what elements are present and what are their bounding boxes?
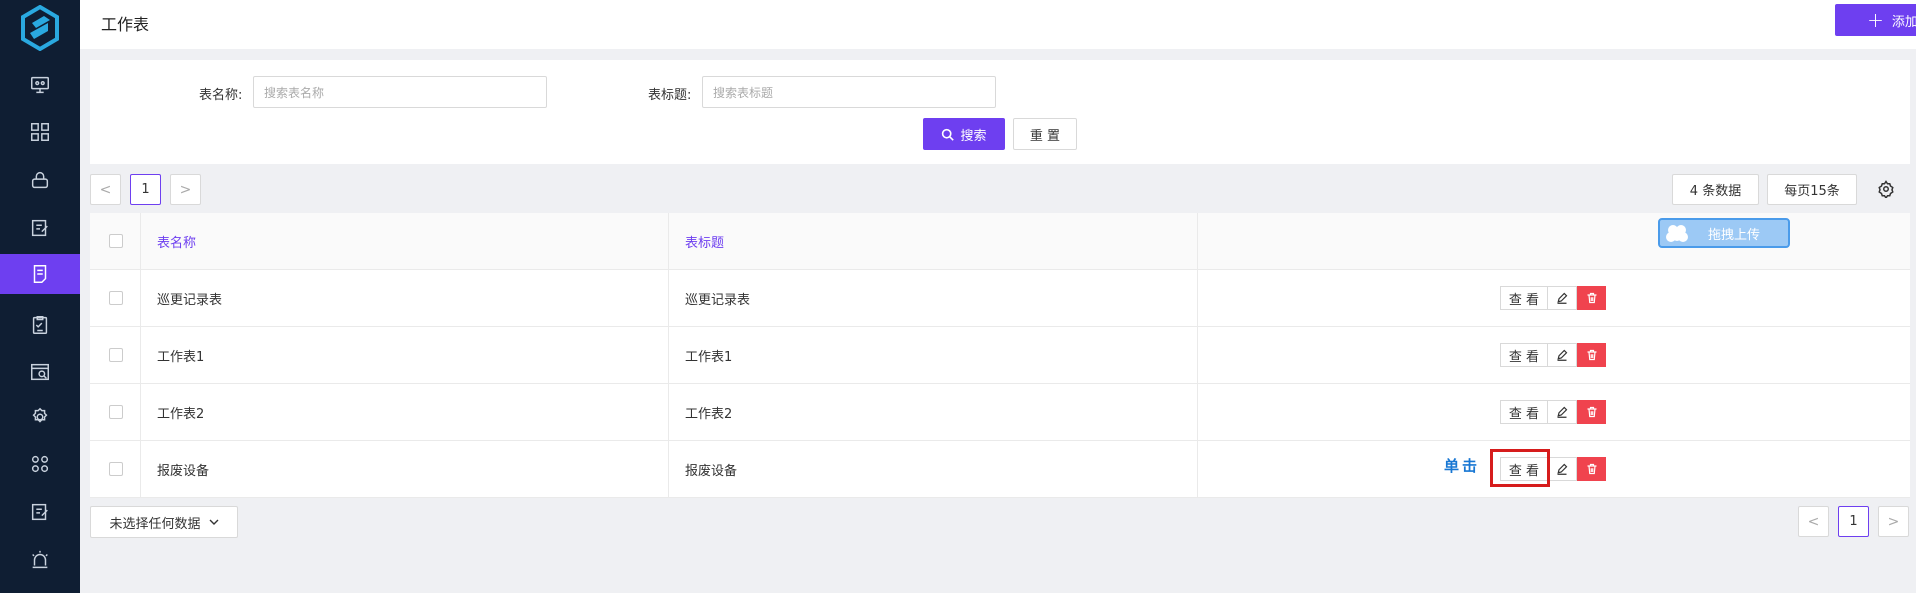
cloud-icon xyxy=(1662,220,1692,246)
click-hint-text: 单击 xyxy=(1444,457,1481,475)
page-title: 工作表 xyxy=(101,15,150,34)
view-button[interactable]: 查 看 xyxy=(1500,400,1548,424)
sidebar-item-settings[interactable] xyxy=(0,397,80,437)
trash-icon xyxy=(1587,292,1596,304)
note-icon xyxy=(33,265,47,283)
table-title-input[interactable]: 搜索表标题 xyxy=(702,76,996,108)
sidebar-item-apps[interactable] xyxy=(0,444,80,484)
trash-icon xyxy=(1587,406,1596,418)
sidebar-item-note[interactable] xyxy=(0,254,80,294)
row-title: 工作表2 xyxy=(685,406,733,422)
sidebar-item-edit[interactable] xyxy=(0,208,80,248)
top-header: 工作表 + 添加工作表 xyxy=(80,0,1916,49)
table-title-placeholder: 搜索表标题 xyxy=(713,85,774,100)
delete-button[interactable] xyxy=(1577,400,1606,424)
sidebar-item-lock[interactable] xyxy=(0,160,80,200)
page-1-button[interactable]: 1 xyxy=(130,174,161,205)
drag-upload-badge[interactable]: 拖拽上传 xyxy=(1658,218,1790,248)
alarm-light-icon xyxy=(32,550,48,569)
row-checkbox[interactable] xyxy=(109,291,123,305)
sidebar-item-grid[interactable] xyxy=(0,112,80,152)
sidebar-item-monitor[interactable] xyxy=(0,65,80,105)
table-title-label: 表标题: xyxy=(648,88,692,103)
settings-icon xyxy=(32,407,48,423)
table-header-row: 表名称 表标题 xyxy=(90,213,1910,270)
delete-button[interactable] xyxy=(1577,286,1606,310)
page-1-button-bottom[interactable]: 1 xyxy=(1838,506,1869,537)
table-row: 巡更记录表 巡更记录表 查 看 xyxy=(90,270,1910,327)
sidebar-item-edit-2[interactable] xyxy=(0,492,80,532)
prev-page-button-bottom[interactable]: < xyxy=(1798,506,1829,537)
column-header-title[interactable]: 表标题 xyxy=(685,213,724,269)
edit-button[interactable] xyxy=(1548,400,1577,424)
row-checkbox[interactable] xyxy=(109,348,123,362)
row-name: 报废设备 xyxy=(157,463,210,479)
clipboard-check-icon xyxy=(32,316,48,334)
pencil-icon xyxy=(1557,349,1568,361)
prev-page-button[interactable]: < xyxy=(90,174,121,205)
pencil-icon xyxy=(1557,463,1568,475)
row-title: 工作表1 xyxy=(685,349,733,365)
table-name-placeholder: 搜索表名称 xyxy=(264,85,325,100)
table-row: 报废设备 报废设备 查 看 xyxy=(90,441,1910,498)
highlight-box xyxy=(1490,449,1550,487)
edit-doc-icon-2 xyxy=(31,503,48,521)
trash-icon xyxy=(1587,463,1596,475)
row-title: 报废设备 xyxy=(685,463,738,479)
drag-upload-label: 拖拽上传 xyxy=(1708,227,1761,243)
search-button-label: 搜索 xyxy=(960,128,987,144)
page-size-select[interactable]: 每页15条 xyxy=(1767,174,1857,205)
delete-button[interactable] xyxy=(1577,457,1606,481)
chevron-down-icon xyxy=(209,519,218,525)
table-row: 工作表2 工作表2 查 看 xyxy=(90,384,1910,441)
view-button[interactable]: 查 看 xyxy=(1500,343,1548,367)
gear-icon[interactable] xyxy=(1877,180,1895,198)
column-header-name[interactable]: 表名称 xyxy=(157,213,196,269)
edit-button[interactable] xyxy=(1548,343,1577,367)
table-name-input[interactable]: 搜索表名称 xyxy=(253,76,547,108)
app-logo[interactable] xyxy=(20,5,60,51)
pencil-icon xyxy=(1557,292,1568,304)
window-search-icon xyxy=(31,363,49,381)
search-button[interactable]: 搜索 xyxy=(923,118,1005,150)
grid-icon xyxy=(31,123,49,141)
next-page-button-bottom[interactable]: > xyxy=(1878,506,1909,537)
sidebar-item-clipboard[interactable] xyxy=(0,305,80,345)
edit-button[interactable] xyxy=(1548,457,1577,481)
select-all-checkbox[interactable] xyxy=(109,234,123,248)
pencil-icon xyxy=(1557,406,1568,418)
table-name-label: 表名称: xyxy=(199,88,243,103)
row-name: 工作表1 xyxy=(157,349,205,365)
row-name: 巡更记录表 xyxy=(157,292,223,308)
plus-icon: + xyxy=(1867,8,1884,32)
apps-icon xyxy=(31,455,49,473)
row-checkbox[interactable] xyxy=(109,405,123,419)
row-checkbox[interactable] xyxy=(109,462,123,476)
selection-dropdown[interactable]: 未选择任何数据 xyxy=(90,506,238,538)
sidebar-item-alarm[interactable] xyxy=(0,540,80,580)
view-button[interactable]: 查 看 xyxy=(1500,286,1548,310)
edit-doc-icon xyxy=(31,219,48,237)
delete-button[interactable] xyxy=(1577,343,1606,367)
edit-button[interactable] xyxy=(1548,286,1577,310)
total-count: 4 条数据 xyxy=(1672,174,1759,205)
next-page-button[interactable]: > xyxy=(170,174,201,205)
selection-label: 未选择任何数据 xyxy=(109,516,201,532)
sidebar xyxy=(0,0,80,593)
sidebar-item-window[interactable] xyxy=(0,352,80,392)
search-panel: 表名称: 搜索表名称 表标题: 搜索表标题 搜索 重 置 xyxy=(90,60,1910,164)
search-icon xyxy=(942,128,955,141)
monitor-icon xyxy=(31,76,49,94)
lock-icon xyxy=(31,171,49,189)
add-worksheet-button[interactable]: + 添加工作表 xyxy=(1835,4,1916,36)
row-title: 巡更记录表 xyxy=(685,292,751,308)
table-row: 工作表1 工作表1 查 看 xyxy=(90,327,1910,384)
row-name: 工作表2 xyxy=(157,406,205,422)
add-worksheet-label: 添加工作表 xyxy=(1891,14,1916,30)
trash-icon xyxy=(1587,349,1596,361)
reset-button[interactable]: 重 置 xyxy=(1013,118,1077,150)
